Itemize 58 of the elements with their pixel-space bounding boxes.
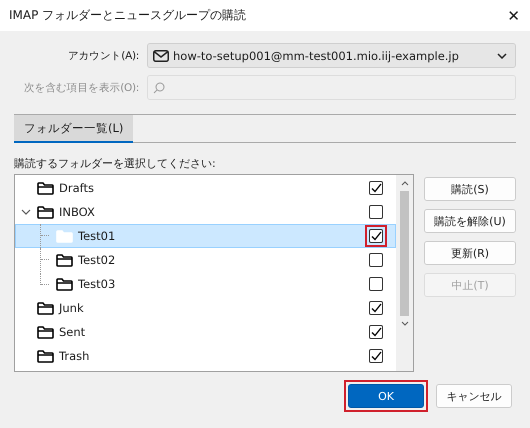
folder-row[interactable]: INBOX xyxy=(15,200,396,224)
folder-icon xyxy=(37,302,54,314)
checkmark-icon xyxy=(370,351,382,361)
folder-row[interactable]: Test03 xyxy=(15,272,396,296)
subscribe-checkbox[interactable] xyxy=(369,229,383,243)
window-title: IMAP フォルダーとニュースグループの購読 xyxy=(9,7,246,24)
subscribe-checkbox[interactable] xyxy=(369,301,383,315)
subscribe-checkbox[interactable] xyxy=(369,205,383,219)
expand-chevron-icon[interactable] xyxy=(21,209,31,215)
checkmark-icon xyxy=(370,183,382,193)
account-dropdown[interactable]: how-to-setup001@mm-test001.mio.iij-example.jp xyxy=(147,43,516,68)
instruction-label: 購読するフォルダーを選択してください: xyxy=(14,156,217,171)
folder-name: Junk xyxy=(59,301,85,315)
checkmark-icon xyxy=(370,231,382,241)
folder-row[interactable]: Junk xyxy=(15,296,396,320)
folder-icon xyxy=(56,254,73,266)
side-button[interactable]: 更新(R) xyxy=(424,241,516,265)
account-label: アカウント(A): xyxy=(66,48,139,62)
subscribe-checkbox[interactable] xyxy=(369,253,383,267)
folder-name: Drafts xyxy=(59,181,95,195)
folder-row[interactable]: Test02 xyxy=(15,248,396,272)
folder-icon xyxy=(56,230,73,242)
folder-row[interactable]: Drafts xyxy=(15,176,396,200)
side-button[interactable]: 購読を解除(U) xyxy=(424,209,516,233)
folder-row[interactable]: Trash xyxy=(15,344,396,368)
scroll-up-icon[interactable] xyxy=(400,181,408,186)
envelope-icon xyxy=(153,50,169,62)
folder-name: Sent xyxy=(59,325,86,339)
chevron-down-icon xyxy=(497,52,507,58)
folder-icon xyxy=(56,278,73,290)
subscribe-checkbox[interactable] xyxy=(369,325,383,339)
folder-name: Trash xyxy=(59,349,90,363)
checkmark-icon xyxy=(370,327,382,337)
folder-list-tab[interactable]: フォルダー一覧(L) xyxy=(14,115,134,143)
side-button[interactable]: 購読(S) xyxy=(424,177,516,201)
folder-name: INBOX xyxy=(59,205,96,219)
folder-name: Test03 xyxy=(78,277,116,291)
folder-row[interactable]: Test01 xyxy=(15,224,396,248)
ok-button[interactable]: OK xyxy=(348,384,424,408)
folder-name: Test02 xyxy=(78,253,116,267)
filter-label: 次を含む項目を表示(O): xyxy=(22,80,139,94)
scrollbar-thumb[interactable] xyxy=(400,191,409,316)
checkmark-icon xyxy=(370,303,382,313)
folder-icon xyxy=(37,182,54,194)
filter-field[interactable] xyxy=(147,75,516,100)
subscribe-checkbox[interactable] xyxy=(369,181,383,195)
folder-icon xyxy=(37,206,54,218)
search-icon xyxy=(153,82,165,94)
scrollbar[interactable] xyxy=(396,175,413,371)
subscribe-checkbox[interactable] xyxy=(369,349,383,363)
subscribe-checkbox[interactable] xyxy=(369,277,383,291)
folder-icon xyxy=(37,350,54,362)
folder-row[interactable]: Sent xyxy=(15,320,396,344)
cancel-button[interactable]: キャンセル xyxy=(436,384,512,408)
close-button[interactable]: ✕ xyxy=(507,6,520,24)
scroll-down-icon[interactable] xyxy=(400,321,408,326)
folder-name: Test01 xyxy=(78,229,116,243)
folder-icon xyxy=(37,326,54,338)
